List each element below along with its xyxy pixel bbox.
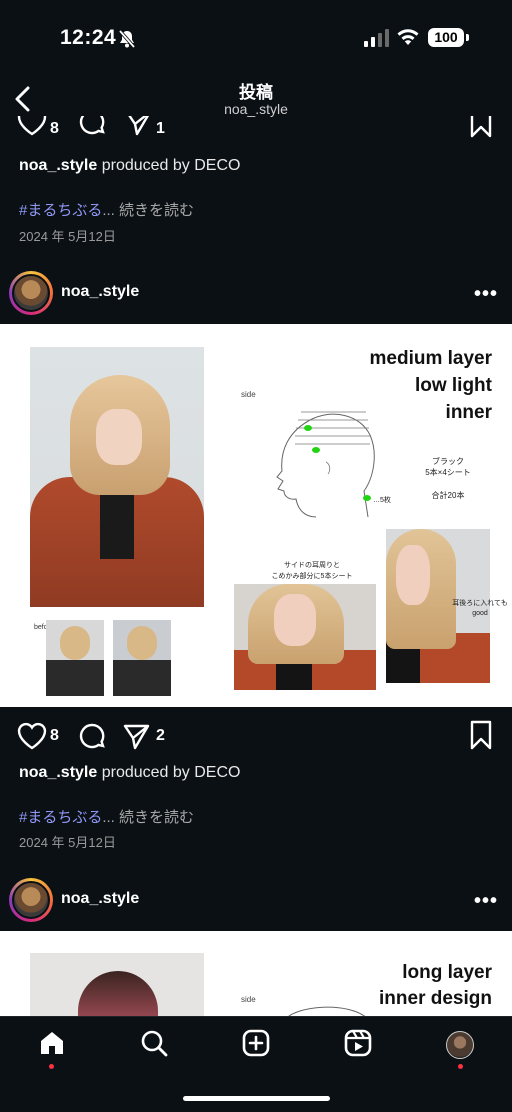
prev-read-more[interactable]: ... 続きを読む — [102, 202, 194, 219]
post1-date: 2024 年 5月12日 — [19, 835, 116, 850]
post1-hashtag-link[interactable]: #まるちぶる — [19, 809, 102, 826]
cellular-signal-icon — [364, 29, 389, 47]
battery-tip — [466, 34, 469, 41]
share-icon[interactable] — [122, 722, 150, 750]
model-photo — [30, 347, 204, 607]
note-left-1: サイドの耳周りと — [284, 562, 340, 569]
style-heading-3: inner — [445, 402, 492, 423]
post1-avatar[interactable] — [9, 271, 53, 315]
note-right-2: good — [472, 610, 488, 617]
before-side-photo — [113, 620, 171, 696]
post2-username[interactable]: noa_.style — [61, 890, 139, 908]
wifi-icon — [397, 29, 419, 45]
post2-header: noa_.style ••• — [0, 876, 512, 924]
post2-avatar[interactable] — [9, 878, 53, 922]
comment-icon[interactable] — [78, 722, 106, 750]
before-photo — [46, 620, 104, 696]
prev-like-count: 8 — [50, 120, 59, 137]
battery-level: 100 — [428, 28, 464, 47]
post2-model-photo — [30, 953, 204, 1016]
post1-header: noa_.style ••• — [0, 269, 512, 317]
heart-icon[interactable] — [17, 722, 47, 750]
more-icon[interactable]: ••• — [474, 890, 498, 913]
search-icon[interactable] — [140, 1029, 168, 1057]
side-detail-photo — [234, 584, 376, 690]
page-title: 投稿 — [239, 83, 273, 102]
prev-hashtag-link[interactable]: #まるちぶる — [19, 202, 102, 219]
post2-head-diagram — [288, 1006, 365, 1016]
post1-caption: noa_.style produced by DECO — [19, 764, 240, 782]
profile-icon[interactable] — [446, 1031, 474, 1059]
style-heading-1: medium layer — [369, 348, 493, 369]
post1-share-count: 2 — [156, 727, 165, 744]
share-icon[interactable] — [124, 116, 152, 136]
prev-post-actions: 8 1 — [0, 116, 512, 146]
prev-caption-user[interactable]: noa_.style — [19, 157, 97, 174]
comment-icon[interactable] — [78, 116, 106, 136]
home-indicator — [183, 1096, 330, 1101]
more-icon[interactable]: ••• — [474, 283, 498, 306]
post1-hashtags: #まるちぶる... 続きを読む — [19, 806, 194, 827]
muted-bell-icon — [118, 29, 136, 49]
home-icon[interactable] — [38, 1029, 66, 1057]
post2-image[interactable]: long layer inner design side — [0, 931, 512, 1016]
head-diagram — [276, 411, 375, 518]
profile-notification-dot — [458, 1064, 463, 1069]
prev-hashtags: #まるちぶる... 続きを読む — [19, 199, 194, 220]
prev-caption: noa_.style produced by DECO — [19, 157, 240, 175]
post1-read-more[interactable]: ... 続きを読む — [102, 809, 194, 826]
home-active-dot — [49, 1064, 54, 1069]
prev-share-count: 1 — [156, 120, 165, 137]
post1-actions: 8 2 — [0, 717, 512, 757]
page-subtitle: noa_.style — [224, 101, 288, 117]
bookmark-icon[interactable] — [470, 116, 492, 138]
post1-caption-text: produced by DECO — [97, 764, 241, 781]
post2-side-label: side — [241, 995, 256, 1004]
prev-caption-text: produced by DECO — [97, 157, 241, 174]
reels-icon[interactable] — [344, 1029, 372, 1057]
highlight-dot-icon — [363, 495, 371, 501]
heart-icon[interactable] — [17, 116, 47, 136]
post2-heading-2: inner design — [379, 988, 492, 1009]
prev-post-date: 2024 年 5月12日 — [19, 229, 116, 244]
legend-total: 合計20本 — [431, 491, 465, 500]
avatar-image — [12, 274, 50, 312]
style-heading-2: low light — [414, 375, 492, 396]
status-time: 12:24 — [60, 26, 117, 49]
create-icon[interactable] — [242, 1029, 270, 1057]
post2-heading-1: long layer — [402, 962, 492, 983]
avatar-image — [12, 881, 50, 919]
post1-caption-user[interactable]: noa_.style — [19, 764, 97, 781]
legend-color: ブラック — [432, 457, 464, 466]
status-bar: 12:24 100 — [0, 0, 512, 72]
dot-legend: …5枚 — [373, 497, 391, 504]
post1-image[interactable]: before medium layer low light inner side… — [0, 324, 512, 707]
post1-username[interactable]: noa_.style — [61, 283, 139, 301]
bookmark-icon[interactable] — [470, 720, 492, 750]
note-left-2: こめかみ部分に5本シート — [271, 573, 353, 580]
post1-like-count: 8 — [50, 727, 59, 744]
legend-count: 5本×4シート — [425, 468, 471, 477]
